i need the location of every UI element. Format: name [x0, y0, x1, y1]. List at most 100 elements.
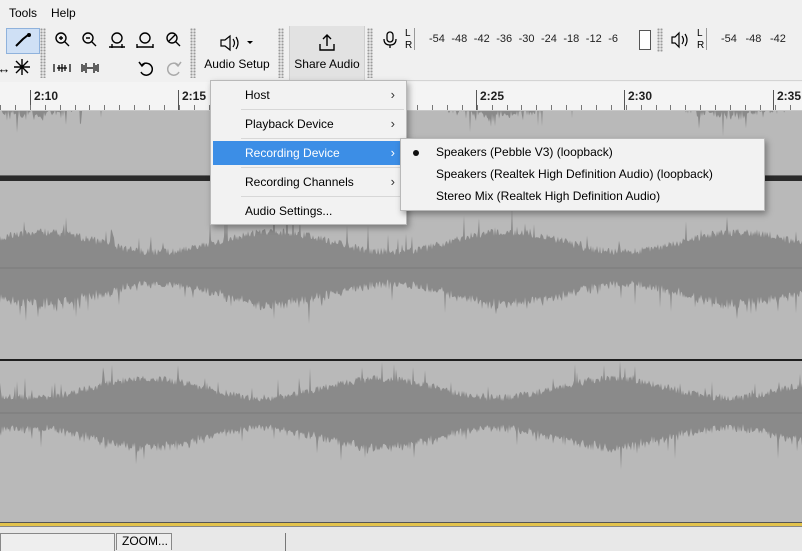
toolbar-divider	[370, 80, 802, 81]
zoom-menu-button[interactable]: ZOOM...	[116, 533, 172, 550]
playback-meter-button[interactable]	[668, 28, 692, 52]
ruler-minor-tick	[700, 105, 701, 110]
ruler-minor-tick	[551, 105, 552, 110]
draw-tool-button[interactable]	[6, 28, 40, 54]
toolbar-grip[interactable]	[657, 28, 663, 52]
ruler-minor-tick	[417, 105, 418, 110]
playback-meter-scale: -54 -48 -42	[707, 33, 802, 47]
ruler-minor-tick	[775, 105, 776, 110]
ruler-minor-tick	[611, 105, 612, 110]
record-meter-button[interactable]	[378, 28, 402, 52]
menu-item-host[interactable]: Host ›	[213, 83, 404, 107]
menu-item-recording-device[interactable]: Recording Device ›	[213, 141, 404, 165]
ruler-minor-tick	[715, 105, 716, 110]
device-option-label: Stereo Mix (Realtek High Definition Audi…	[436, 189, 661, 203]
ruler-minor-tick	[477, 105, 478, 110]
zoom-in-button[interactable]	[50, 28, 74, 52]
share-audio-label: Share Audio	[294, 57, 360, 71]
zoom-out-icon	[82, 32, 97, 47]
clip-handle[interactable]	[0, 533, 115, 551]
ruler-minor-tick	[134, 105, 135, 110]
trim-audio-button[interactable]	[50, 56, 74, 80]
time-shift-tool-button[interactable]: ↔	[0, 56, 11, 80]
ruler-major-tick	[773, 90, 774, 110]
zoom-out-button[interactable]	[77, 28, 101, 52]
silence-audio-button[interactable]	[78, 56, 102, 80]
device-option-pebble-loopback[interactable]: Speakers (Pebble V3) (loopback)	[403, 141, 762, 163]
selected-bullet-icon	[413, 150, 419, 156]
share-icon	[319, 34, 335, 51]
audio-setup-menu: Host › Playback Device › Recording Devic…	[210, 80, 407, 225]
toolbar-grip[interactable]	[278, 28, 284, 78]
chevron-right-icon: ›	[390, 174, 395, 189]
multi-tool-button[interactable]	[10, 55, 34, 79]
meter-tick-label: -6	[608, 33, 618, 45]
playback-meter[interactable]: -54 -48 -42	[706, 28, 802, 50]
chevron-right-icon: ›	[390, 145, 395, 160]
meter-right-label: R	[697, 40, 705, 51]
device-option-stereo-mix[interactable]: Stereo Mix (Realtek High Definition Audi…	[403, 185, 762, 207]
ruler-minor-tick	[447, 105, 448, 110]
draw-tool-icon	[15, 33, 31, 47]
toolbar-grip[interactable]	[40, 28, 46, 78]
ruler-minor-tick	[89, 105, 90, 110]
redo-button[interactable]	[162, 56, 186, 80]
ruler-minor-tick	[656, 105, 657, 110]
ruler-minor-tick	[670, 105, 671, 110]
menu-help[interactable]: Help	[51, 6, 76, 20]
menu-tools[interactable]: Tools	[9, 6, 37, 20]
recording-meter[interactable]: -54 -48 -42 -36 -30 -24 -18 -12 -6	[414, 28, 655, 50]
menu-item-label: Audio Settings...	[245, 204, 333, 218]
menu-item-audio-settings[interactable]: Audio Settings...	[213, 199, 404, 223]
toolbar-grip[interactable]	[190, 28, 196, 78]
ruler-minor-tick	[194, 105, 195, 110]
ruler-minor-tick	[685, 105, 686, 110]
device-option-realtek-loopback[interactable]: Speakers (Realtek High Definition Audio)…	[403, 163, 762, 185]
share-audio-button[interactable]: Share Audio	[289, 26, 365, 80]
fit-project-button[interactable]	[133, 28, 157, 52]
fit-selection-button[interactable]	[105, 28, 129, 52]
ruler-minor-tick	[179, 105, 180, 110]
ruler-minor-tick	[566, 105, 567, 110]
toolbar-grip[interactable]	[367, 28, 373, 78]
meter-tick-label: -48	[451, 33, 468, 45]
meter-slider-handle[interactable]	[639, 30, 651, 50]
time-shift-icon: ↔	[0, 60, 11, 76]
ruler-minor-tick	[104, 105, 105, 110]
microphone-icon	[383, 31, 397, 48]
undo-icon	[138, 61, 154, 76]
meter-tick-label: -30	[518, 33, 535, 45]
menu-divider	[241, 196, 404, 197]
fit-project-icon	[136, 32, 154, 48]
zoom-toggle-button[interactable]	[161, 28, 185, 52]
meter-tick-label: -24	[541, 33, 557, 45]
waveform-shape	[0, 361, 802, 470]
ruler-minor-tick	[745, 105, 746, 110]
ruler-major-tick	[624, 90, 625, 110]
ruler-label: 2:15	[182, 89, 207, 103]
ruler-minor-tick	[581, 105, 582, 110]
menu-item-recording-channels[interactable]: Recording Channels ›	[213, 170, 404, 194]
menubar: Tools Help	[0, 0, 802, 26]
menu-item-label: Recording Device	[245, 146, 340, 160]
ruler-minor-tick	[30, 105, 31, 110]
ruler-minor-tick	[119, 105, 120, 110]
meter-tick-label: -48	[745, 33, 762, 45]
audio-setup-button[interactable]: Audio Setup	[201, 26, 273, 80]
menu-divider	[241, 109, 404, 110]
undo-button[interactable]	[134, 56, 158, 80]
audio-track-channel-right[interactable]	[0, 361, 802, 523]
ruler-label: 2:35	[777, 89, 802, 103]
redo-icon	[166, 61, 182, 76]
recording-meter-scale: -54 -48 -42 -36 -30 -24 -18 -12 -6	[415, 33, 655, 47]
ruler-minor-tick	[75, 105, 76, 110]
meter-tick-label: -36	[496, 33, 513, 45]
menu-item-playback-device[interactable]: Playback Device ›	[213, 112, 404, 136]
ruler-minor-tick	[790, 105, 791, 110]
menu-divider	[241, 167, 404, 168]
bottom-divider	[285, 533, 286, 551]
ruler-label: 2:10	[34, 89, 59, 103]
speaker-icon	[220, 34, 253, 52]
meter-tick-label: -54	[429, 33, 445, 45]
ruler-minor-tick	[45, 105, 46, 110]
